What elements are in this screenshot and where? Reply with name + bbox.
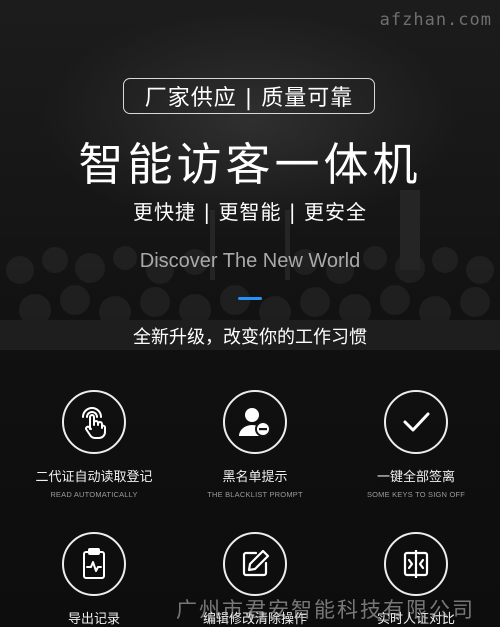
feature-subtitle: READ AUTOMATICALLY: [50, 490, 138, 499]
feature-circle: [384, 532, 448, 596]
page-title: 智能访客一体机: [78, 138, 422, 191]
touch-icon: [82, 407, 106, 439]
feature-subtitle: SOME KEYS TO SIGN OFF: [366, 490, 466, 499]
feature-circle: [384, 390, 448, 454]
checkmark-icon: [403, 412, 430, 432]
compare-icon: [403, 550, 429, 578]
feature-title: 一键全部签离: [376, 470, 455, 485]
watermark-bottom: 广州市君安智能科技有限公司: [176, 598, 475, 622]
user-blacklist-icon: [239, 408, 271, 437]
features-line: 更快捷 | 更智能 | 更安全: [133, 200, 367, 224]
accent-divider: [238, 297, 262, 300]
tagline-box: 厂家供应 | 质量可靠: [123, 78, 375, 114]
discover-text: Discover The New World: [139, 250, 361, 272]
feature-subtitle: THE BLACKLIST PROMPT: [207, 490, 303, 499]
feature-circle: [62, 532, 126, 596]
feature-circle: [62, 390, 126, 454]
feature-title: 导出记录: [67, 612, 120, 627]
feature-circle: [223, 532, 287, 596]
feature-blacklist: 黑名单提示 THE BLACKLIST PROMPT: [175, 390, 335, 499]
feature-title: 二代证自动读取登记: [35, 470, 153, 485]
watermark-top: afzhan.com: [379, 10, 492, 30]
edit-icon: [242, 549, 270, 577]
upgrade-text: 全新升级，改变你的工作习惯: [133, 327, 367, 348]
clipboard-export-icon: [83, 548, 105, 579]
feature-title: 黑名单提示: [222, 470, 288, 485]
feature-circle: [223, 390, 287, 454]
feature-read-id: 二代证自动读取登记 READ AUTOMATICALLY: [14, 390, 174, 499]
feature-sign-off: 一键全部签离 SOME KEYS TO SIGN OFF: [336, 390, 496, 499]
feature-export: 导出记录: [14, 532, 174, 627]
